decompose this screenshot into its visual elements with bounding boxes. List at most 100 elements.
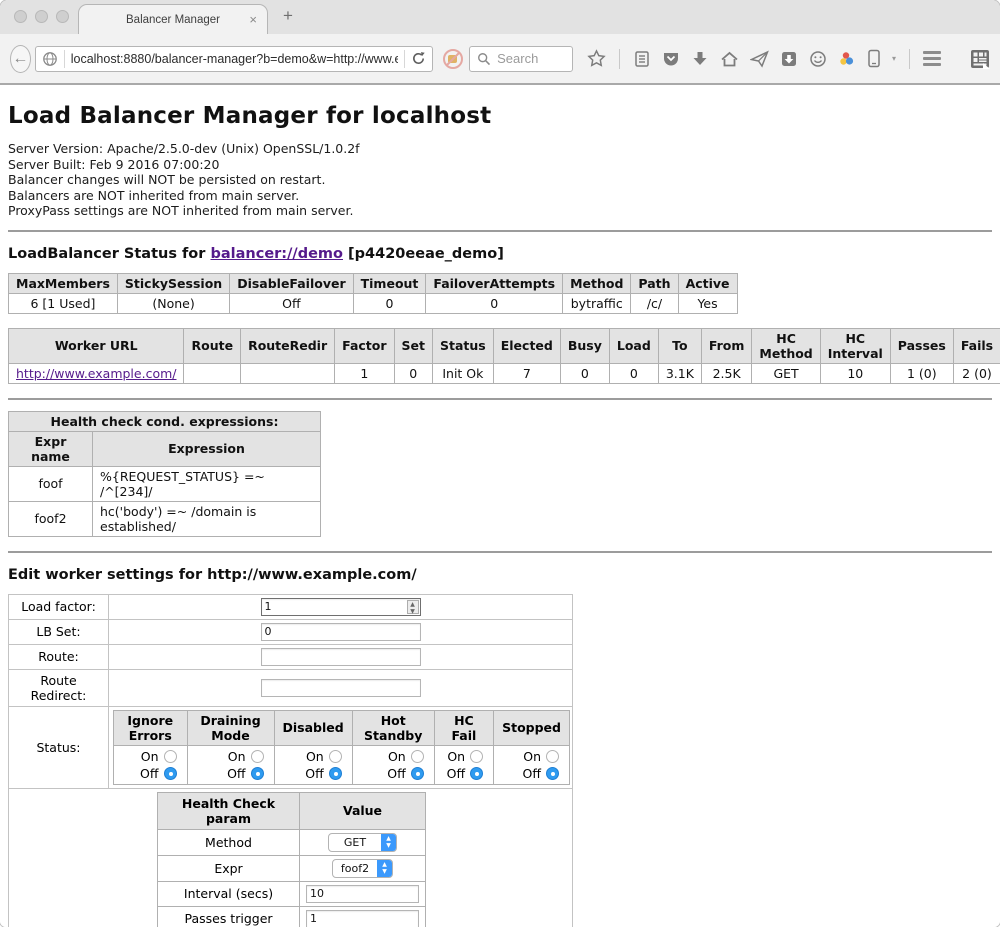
lb-set-input[interactable] — [261, 623, 421, 641]
pocket-icon[interactable] — [662, 50, 680, 68]
window-controls — [14, 10, 69, 23]
menu-hamburger-icon[interactable] — [923, 51, 941, 66]
method-select-value: GET — [329, 836, 381, 849]
radio-label: Off — [523, 766, 541, 781]
status-column-header: Ignore Errors — [114, 710, 188, 745]
cell-from: 2.5K — [701, 363, 752, 383]
site-identity-globe-icon[interactable] — [42, 51, 58, 67]
search-bar[interactable]: Search — [469, 46, 573, 72]
worker-url-link[interactable]: http://www.example.com/ — [16, 366, 176, 381]
number-stepper-icon[interactable]: ▲▼ — [407, 600, 419, 614]
route-input[interactable] — [261, 648, 421, 666]
form-row-load-factor: Load factor: ▲▼ — [9, 594, 573, 619]
form-row-health-check: Health Check param Value Method GET▲▼ Ex… — [9, 788, 573, 927]
cell-hc-method: GET — [752, 363, 820, 383]
browser-window: Balancer Manager × + ← localhost:8880/ba… — [0, 0, 1000, 927]
status-hot-standby-cell: On Off — [352, 745, 434, 784]
tab-bar: Balancer Manager × + — [0, 0, 1000, 34]
ignore-errors-off-radio[interactable] — [164, 767, 177, 780]
balancer-demo-link[interactable]: balancer://demo — [210, 246, 343, 262]
form-row-route: Route: — [9, 644, 573, 669]
radio-label: Off — [387, 766, 405, 781]
field-cell — [109, 669, 573, 706]
urlbar-divider — [404, 50, 405, 68]
balancer-status-heading: LoadBalancer Status for balancer://demo … — [8, 246, 992, 262]
column-header: Active — [678, 273, 737, 293]
home-icon[interactable] — [720, 50, 739, 68]
window-close-button[interactable] — [14, 10, 27, 23]
column-header: Elected — [493, 328, 560, 363]
column-header: Timeout — [353, 273, 426, 293]
column-header: StickySession — [117, 273, 229, 293]
disabled-on-radio[interactable] — [329, 750, 342, 763]
info-line: Balancer changes will NOT be persisted o… — [8, 172, 992, 188]
urlbar-divider — [64, 50, 65, 68]
hot-standby-on-radio[interactable] — [411, 750, 424, 763]
disabled-off-radio[interactable] — [329, 767, 342, 780]
cell-status: Init Ok — [433, 363, 494, 383]
expression-row: foof %{REQUEST_STATUS} =~ /^[234]/ — [9, 466, 321, 501]
server-version-line: Server Version: Apache/2.5.0-dev (Unix) … — [8, 141, 992, 157]
radio-label: Off — [227, 766, 245, 781]
hc-fail-off-radio[interactable] — [470, 767, 483, 780]
ignore-errors-on-radio[interactable] — [164, 750, 177, 763]
passes-trigger-input[interactable] — [306, 910, 419, 927]
window-minimize-button[interactable] — [35, 10, 48, 23]
column-header: Route — [184, 328, 241, 363]
draining-mode-on-radio[interactable] — [251, 750, 264, 763]
column-header: HC Method — [752, 328, 820, 363]
cell-passes: 1 (0) — [890, 363, 953, 383]
column-header: Factor — [335, 328, 394, 363]
form-row-status: Status: Ignore Errors Draining Mode Disa… — [9, 706, 573, 788]
column-header: Status — [433, 328, 494, 363]
feedback-smiley-icon[interactable] — [809, 50, 827, 68]
heading-text: [p4420eeae_demo] — [343, 246, 504, 262]
url-bar[interactable]: localhost:8880/balancer-manager?b=demo&w… — [35, 46, 433, 72]
status-column-header: Stopped — [494, 710, 570, 745]
url-text[interactable]: localhost:8880/balancer-manager?b=demo&w… — [71, 52, 398, 66]
cell-to: 3.1K — [658, 363, 701, 383]
radio-label: Off — [140, 766, 158, 781]
hot-standby-off-radio[interactable] — [411, 767, 424, 780]
route-redirect-input[interactable] — [261, 679, 421, 697]
cell-routeredir — [241, 363, 335, 383]
bookmark-star-icon[interactable] — [587, 49, 606, 68]
reading-list-icon[interactable] — [633, 50, 651, 68]
reload-button[interactable] — [411, 51, 426, 66]
hc-fail-on-radio[interactable] — [470, 750, 483, 763]
window-zoom-button[interactable] — [56, 10, 69, 23]
back-button[interactable]: ← — [10, 45, 31, 73]
cell-expr-name: foof — [9, 466, 93, 501]
field-label: LB Set: — [9, 619, 109, 644]
draining-mode-off-radio[interactable] — [251, 767, 264, 780]
hc-interval-cell — [300, 881, 426, 906]
save-to-pocket-box-icon[interactable] — [780, 50, 798, 68]
column-header: MaxMembers — [9, 273, 118, 293]
radio-label: On — [388, 749, 406, 764]
content-blocked-icon[interactable] — [443, 49, 457, 69]
hc-interval-row: Interval (secs) — [158, 881, 426, 906]
page-content: Load Balancer Manager for localhost Serv… — [0, 103, 1000, 927]
overflow-caret-icon[interactable]: ▾ — [892, 54, 896, 63]
screenshot-grid-icon[interactable] — [970, 49, 990, 69]
method-select[interactable]: GET▲▼ — [328, 833, 397, 852]
extension-colored-dots-icon[interactable] — [838, 50, 856, 68]
column-header: Load — [609, 328, 658, 363]
tab-close-icon[interactable]: × — [249, 12, 257, 27]
download-icon[interactable] — [691, 50, 709, 68]
column-header: Expression — [93, 431, 321, 466]
responsive-phone-icon[interactable] — [867, 49, 881, 68]
expr-select[interactable]: foof2▲▼ — [332, 859, 393, 878]
stopped-on-radio[interactable] — [546, 750, 559, 763]
radio-label: Off — [305, 766, 323, 781]
hc-param-label: Expr — [158, 855, 300, 881]
interval-input[interactable] — [306, 885, 419, 903]
load-factor-input[interactable] — [261, 598, 421, 616]
column-header: Set — [394, 328, 432, 363]
new-tab-button[interactable]: + — [283, 6, 293, 26]
stopped-off-radio[interactable] — [546, 767, 559, 780]
cell-route — [184, 363, 241, 383]
tab-balancer-manager[interactable]: Balancer Manager × — [78, 4, 268, 34]
edit-worker-form: Load factor: ▲▼ LB Set: Route: Route Red… — [8, 594, 573, 927]
send-icon[interactable] — [750, 50, 769, 68]
